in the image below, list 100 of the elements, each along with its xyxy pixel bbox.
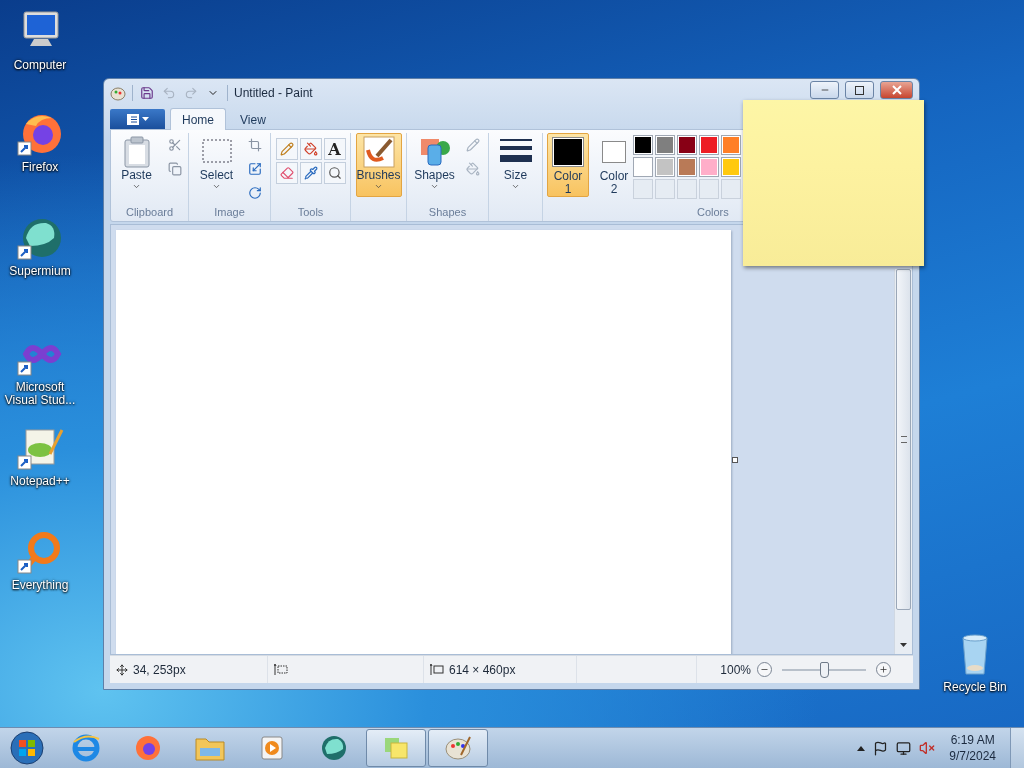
palette-swatch[interactable] — [677, 135, 697, 155]
group-label: Tools — [297, 206, 324, 220]
brushes-button[interactable]: Brushes — [355, 133, 402, 197]
maximize-button[interactable] — [845, 81, 874, 99]
vertical-scrollbar[interactable] — [894, 269, 912, 654]
bucket-icon — [465, 162, 480, 176]
palette-swatch[interactable] — [699, 157, 719, 177]
color-1-button[interactable]: Color 1 — [547, 133, 589, 197]
show-hidden-icons-button[interactable] — [857, 745, 866, 751]
volume-muted-icon — [919, 740, 936, 756]
flag-button[interactable] — [873, 740, 889, 756]
palette-swatch[interactable] — [633, 157, 653, 177]
scroll-thumb[interactable] — [896, 269, 911, 610]
clipboard-icon — [121, 136, 152, 168]
empty-swatch[interactable] — [721, 179, 741, 199]
app-menu-button[interactable] — [110, 109, 165, 129]
caret-icon — [857, 745, 866, 751]
zoom-out-button[interactable] — [757, 662, 772, 677]
network-button[interactable] — [896, 740, 912, 756]
caret-icon — [511, 182, 520, 191]
palette-swatch[interactable] — [633, 135, 653, 155]
eraser-icon — [279, 166, 294, 180]
browser-icon — [71, 733, 101, 763]
size-button[interactable]: Size — [493, 133, 538, 197]
palette-icon — [110, 85, 126, 101]
flag-icon — [873, 740, 889, 756]
browser-icon — [319, 733, 349, 763]
desktop-icon-label[interactable]: Microsoft Visual Stud... — [0, 381, 80, 407]
magnifier-icon — [327, 166, 342, 180]
desktop-icon-label[interactable]: Computer — [13, 59, 67, 72]
group-label: Colors — [697, 206, 729, 220]
canvas-size-icon — [430, 663, 444, 676]
color-picker-button[interactable] — [299, 162, 322, 184]
desktop-icon-label[interactable]: Supermium — [9, 265, 71, 278]
scissors-icon — [167, 138, 182, 152]
palette-swatch[interactable] — [655, 135, 675, 155]
zoom-in-button[interactable] — [876, 662, 891, 677]
ribbon-tab[interactable]: View — [228, 108, 278, 130]
empty-swatch[interactable] — [677, 179, 697, 199]
group-label: Shapes — [428, 206, 467, 220]
canvas-size: 614 × 460px — [449, 662, 516, 677]
paste-button[interactable]: Paste — [113, 133, 160, 197]
caret-icon — [212, 182, 221, 191]
empty-swatch[interactable] — [699, 179, 719, 199]
menu-icon — [126, 113, 139, 125]
ribbon-tab[interactable]: Home — [170, 108, 226, 130]
browser-icon — [133, 733, 163, 763]
palette-swatch[interactable] — [677, 157, 697, 177]
volume-button[interactable] — [919, 740, 936, 756]
minimize-button[interactable] — [810, 81, 839, 99]
maximize-icon — [855, 85, 864, 95]
rotate-icon — [247, 186, 262, 200]
select-button[interactable]: Select — [193, 133, 240, 197]
resize-icon — [247, 162, 262, 176]
pipette-icon — [303, 166, 318, 180]
desktop-icon-label[interactable]: Recycle Bin — [943, 681, 1007, 694]
zoom-slider-thumb[interactable] — [820, 661, 829, 678]
palette-swatch[interactable] — [699, 135, 719, 155]
cursor-position: 34, 253px — [133, 662, 186, 677]
shapes-icon — [418, 136, 451, 168]
zoom-level: 100% — [720, 662, 751, 677]
crop-icon — [247, 138, 262, 152]
selection-size-icon — [274, 663, 288, 676]
caret-icon — [132, 182, 141, 191]
shapes-button[interactable]: Shapes — [411, 133, 458, 197]
show-desktop-button[interactable] — [1010, 728, 1024, 768]
group-label: Image — [214, 206, 245, 220]
brush-icon — [362, 136, 395, 168]
fill-button[interactable] — [299, 138, 322, 160]
pencil-icon — [279, 142, 294, 156]
taskbar-button[interactable] — [366, 729, 426, 767]
close-button[interactable] — [880, 81, 913, 99]
caret-icon — [141, 117, 149, 121]
caret-icon — [900, 643, 907, 647]
magnifier-button[interactable] — [323, 162, 346, 184]
save-button[interactable] — [139, 85, 155, 101]
empty-swatch[interactable] — [633, 179, 653, 199]
color-2-button[interactable]: Color 2 — [593, 133, 635, 197]
empty-swatch[interactable] — [655, 179, 675, 199]
pencil-icon — [465, 138, 480, 152]
taskbar-button[interactable] — [428, 729, 488, 767]
palette-swatch[interactable] — [655, 157, 675, 177]
eraser-button[interactable] — [275, 162, 298, 184]
clock-time[interactable]: 6:19 AM — [950, 732, 995, 748]
palette-swatch[interactable] — [721, 135, 741, 155]
close-icon — [891, 85, 902, 95]
resize-handle[interactable] — [732, 457, 738, 463]
undo-icon — [162, 86, 176, 100]
pencil-button[interactable] — [275, 138, 298, 160]
redo-icon — [184, 86, 198, 100]
plus-icon — [879, 665, 888, 674]
copy-icon — [167, 162, 182, 176]
palette-swatch[interactable] — [721, 157, 741, 177]
clock-date[interactable]: 9/7/2024 — [949, 748, 996, 764]
windows-logo-icon — [10, 731, 44, 765]
save-icon — [140, 86, 154, 100]
text-tool-button[interactable]: A — [323, 138, 346, 160]
caret-icon — [374, 182, 383, 191]
desktop-icon-label[interactable]: Firefox — [21, 161, 59, 174]
cursor-position-icon — [116, 663, 128, 676]
